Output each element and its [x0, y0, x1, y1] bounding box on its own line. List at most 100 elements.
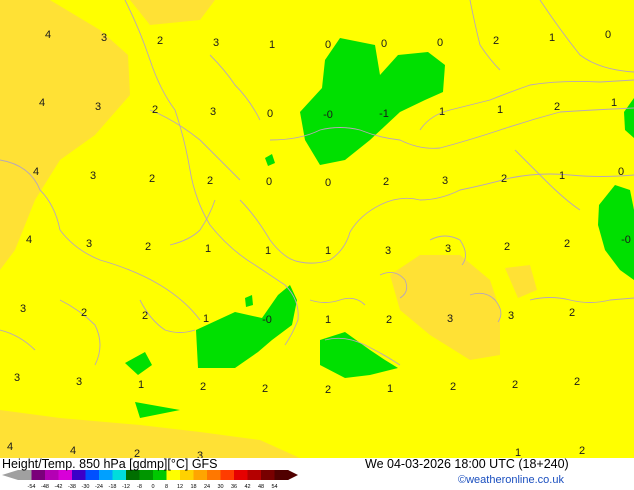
temperature-value: 3 [384, 245, 392, 257]
temperature-value: 1 [548, 32, 556, 44]
legend-tick-label: 18 [190, 484, 197, 490]
temperature-value: 1 [558, 170, 566, 182]
legend-tick-label: -18 [108, 484, 117, 490]
legend-tick-label: -24 [95, 484, 103, 490]
legend-swatch [18, 470, 32, 480]
temperature-value: 2 [449, 381, 457, 393]
temperature-value: -0 [323, 109, 333, 121]
legend-tick-label: -12 [122, 484, 130, 490]
temperature-value: 1 [438, 106, 446, 118]
temperature-value: 4 [32, 166, 40, 178]
legend-swatch [31, 470, 46, 480]
legend-swatch [72, 470, 86, 480]
legend-arrow-left [2, 470, 18, 480]
temperature-value: 2 [492, 35, 500, 47]
temperature-value: 2 [568, 307, 576, 319]
legend-swatch [45, 470, 59, 480]
temperature-value: 0 [265, 176, 273, 188]
temperature-value: 0 [436, 37, 444, 49]
legend-tick-label: 8 [164, 484, 169, 490]
legend-tick-labels: -54 -48 -42 -38 -30 -24 -18 -12 -8 0 8 12 18 24 30 36 42… [0, 484, 300, 490]
temperature-value: 3 [89, 170, 97, 182]
temperature-value: 3 [19, 303, 27, 315]
temperature-value: 2 [324, 384, 332, 396]
temperature-value: 0 [324, 39, 332, 51]
temperature-value: 1 [324, 314, 332, 326]
temperature-value: -1 [379, 108, 389, 120]
warm-region-west [0, 0, 130, 270]
map-view: 4 3 2 3 1 0 0 0 2 1 0 4 3 2 3 0 -0 -1 1 1 2 1 4 3 2 2 0 0 2 3 2 1 0 4 3 2 1 1… [0, 0, 634, 490]
temperature-value: 1 [264, 245, 272, 257]
temperature-value: 1 [204, 243, 212, 255]
temperature-value: 3 [75, 376, 83, 388]
legend-tick-label: -8 [137, 484, 142, 490]
temperature-value: 0 [324, 177, 332, 189]
temperature-value: 2 [151, 104, 159, 116]
temperature-value: 0 [617, 166, 625, 178]
temperature-value: 3 [444, 243, 452, 255]
temperature-value: 3 [507, 310, 515, 322]
temperature-value: 2 [261, 383, 269, 395]
legend-tick-label: -38 [68, 484, 76, 490]
legend-swatch [126, 470, 140, 480]
temperature-value: 2 [148, 173, 156, 185]
temperature-value: 2 [511, 379, 519, 391]
temperature-value: 3 [85, 238, 93, 250]
legend-tick-label: 0 [151, 484, 155, 490]
legend-swatch [180, 470, 194, 480]
warm-region-crete [390, 255, 500, 360]
temperature-value: 2 [144, 241, 152, 253]
temperature-value: 2 [385, 314, 393, 326]
temperature-value: 1 [202, 313, 210, 325]
weather-map[interactable]: 4 3 2 3 1 0 0 0 2 1 0 4 3 2 3 0 -0 -1 1 1 2 1 4 3 2 2 0 0 2 3 2 1 0 4 3 2 1 1… [0, 0, 634, 458]
legend-swatch [261, 470, 275, 480]
temperature-value: 4 [38, 97, 46, 109]
green-patch-small-2 [245, 295, 253, 307]
temperature-value: 3 [100, 32, 108, 44]
legend-tick-label: 30 [217, 484, 224, 490]
temperature-value: 2 [553, 101, 561, 113]
legend-swatch [274, 470, 289, 480]
temperature-value: -0 [621, 234, 631, 246]
temperature-value: 3 [446, 313, 454, 325]
legend-swatch [153, 470, 167, 480]
temperature-value: 2 [500, 173, 508, 185]
legend-swatch [247, 470, 262, 480]
temperature-value: 3 [441, 175, 449, 187]
legend-swatch [58, 470, 73, 480]
green-patch-southwest [135, 402, 180, 418]
green-patch-east-top [624, 98, 634, 138]
green-patch-small [265, 154, 275, 166]
temperature-value: 4 [25, 234, 33, 246]
temperature-value: 2 [578, 445, 586, 457]
legend-tick-label: 48 [257, 484, 265, 490]
temperature-value: 4 [6, 441, 14, 453]
map-layers [0, 0, 634, 458]
temperature-value: 1 [324, 245, 332, 257]
legend-swatch [85, 470, 100, 480]
warm-region-northwest [130, 0, 215, 25]
green-patch-east [598, 185, 634, 280]
temperature-value: 1 [268, 39, 276, 51]
legend-tick-label: -54 [27, 484, 36, 490]
green-patch-north [300, 38, 445, 165]
temperature-value: -0 [262, 314, 272, 326]
legend-tick-label: 12 [176, 484, 184, 490]
temperature-value: 2 [563, 238, 571, 250]
temperature-value: 2 [382, 176, 390, 188]
temperature-value: 2 [573, 376, 581, 388]
legend-swatch [220, 470, 235, 480]
legend-tick-label: 36 [230, 484, 238, 490]
legend-tick-label: -42 [54, 484, 63, 490]
legend-swatch [234, 470, 248, 480]
legend-swatch [112, 470, 127, 480]
map-title: Height/Temp. 850 hPa [gdmp][°C] GFS [2, 457, 218, 471]
legend-tick-label: -30 [81, 484, 90, 490]
temperature-value: 0 [604, 29, 612, 41]
temperature-value: 4 [69, 445, 77, 457]
credit-link[interactable]: ©weatheronline.co.uk [458, 474, 564, 486]
temperature-value: 4 [44, 29, 52, 41]
temperature-value: 1 [496, 104, 504, 116]
warm-region-east [505, 265, 537, 298]
legend-tick-label: 54 [271, 484, 278, 490]
